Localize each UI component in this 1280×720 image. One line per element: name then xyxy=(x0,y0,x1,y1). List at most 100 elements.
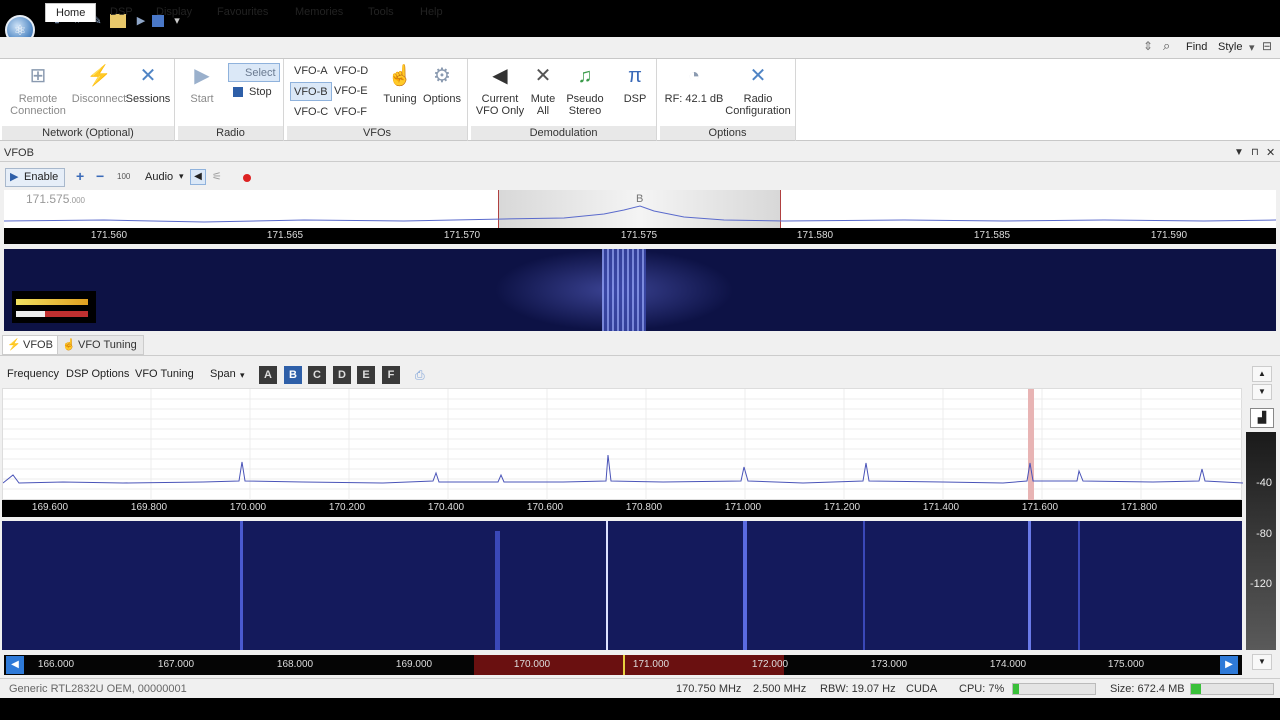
disconnect-button[interactable]: ⚡ Disconnect xyxy=(68,63,130,105)
current-vfo-only-button[interactable]: ◀ Current VFO Only xyxy=(473,63,527,117)
main-tick: 169.800 xyxy=(130,502,168,513)
search-icon[interactable]: ⌕ xyxy=(1163,38,1170,54)
pseudo-stereo-button[interactable]: ♫ Pseudo Stereo xyxy=(563,63,607,117)
mute-all-label: Mute All xyxy=(530,93,556,117)
vfo-b-button[interactable]: VFO-B xyxy=(290,82,332,101)
vfo-e-quick-button[interactable]: E xyxy=(357,366,375,384)
radio-configuration-button[interactable]: ✕ Radio Configuration xyxy=(722,63,794,117)
zoom-out-icon[interactable]: − xyxy=(96,168,104,184)
start-icon: ▶ xyxy=(194,65,210,87)
db-label: -80 xyxy=(1256,528,1272,540)
record-icon[interactable] xyxy=(243,174,251,182)
band-scroll-right-icon[interactable]: ▶ xyxy=(1220,656,1238,674)
vfo-c-button[interactable]: VFO-C xyxy=(291,103,331,122)
select-button[interactable]: Select xyxy=(228,63,280,82)
waterfall-signal-line xyxy=(743,521,747,650)
dsp-options-menu[interactable]: DSP Options xyxy=(66,368,129,380)
pseudo-stereo-label: Pseudo Stereo xyxy=(566,93,604,117)
group-demodulation-label: Demodulation xyxy=(471,126,656,140)
print-icon[interactable]: ⎙ xyxy=(415,368,425,383)
disconnect-label: Disconnect xyxy=(71,93,127,105)
mute-all-button[interactable]: ✕ Mute All xyxy=(527,63,559,117)
tab-help[interactable]: Help xyxy=(410,3,453,22)
vfo-tick: 171.565 xyxy=(266,230,304,241)
tab-home[interactable]: Home xyxy=(45,3,97,22)
cpu-usage: CPU: 7% xyxy=(959,683,1005,695)
stop-button[interactable]: Stop xyxy=(246,83,275,102)
panel-menu-icon[interactable]: ▼ xyxy=(1234,147,1244,158)
sessions-label: Sessions xyxy=(125,93,171,105)
start-label: Start xyxy=(190,93,214,105)
scroll-down-icon[interactable]: ▼ xyxy=(1252,384,1272,400)
scroll-up-icon[interactable]: ▲ xyxy=(1252,366,1272,382)
band-overview[interactable]: 166.000 167.000 168.000 169.000 170.000 … xyxy=(4,655,1242,675)
tab-vfo-tuning-label: VFO Tuning xyxy=(78,339,137,351)
status-bar: Generic RTL2832U OEM, 00000001 170.750 M… xyxy=(0,678,1280,698)
remote-connection-icon: ⊞ xyxy=(29,65,47,87)
main-waterfall[interactable] xyxy=(2,521,1242,650)
tab-vfob[interactable]: ⚡ VFOB xyxy=(2,335,60,355)
vfo-a-quick-button[interactable]: A xyxy=(259,366,277,384)
band-scroll-left-icon[interactable]: ◀ xyxy=(6,656,24,674)
enable-button[interactable]: ▶ Enable xyxy=(5,168,65,187)
ribbon-tabs xyxy=(0,37,1280,59)
band-tick: 173.000 xyxy=(870,659,908,670)
device-name: Generic RTL2832U OEM, 00000001 xyxy=(9,683,187,695)
span-dropdown[interactable]: Span xyxy=(210,368,236,380)
vfo-d-button[interactable]: VFO-D xyxy=(331,62,371,81)
style-dropdown-icon[interactable]: ▾ xyxy=(1249,41,1255,54)
tuning-button[interactable]: ☝ Tuning xyxy=(379,63,421,105)
dsp-button[interactable]: π DSP xyxy=(621,63,649,105)
vfo-b-quick-button[interactable]: B xyxy=(284,366,302,384)
options-label: Options xyxy=(423,93,461,105)
spectrum-chart-icon[interactable]: ▟ xyxy=(1250,408,1274,428)
pin-icon[interactable]: ⊓ xyxy=(1251,147,1259,158)
start-button[interactable]: ▶ Start xyxy=(182,63,222,105)
arrows-icon[interactable]: ⇕ xyxy=(1143,39,1153,53)
vfo-f-quick-button[interactable]: F xyxy=(382,366,400,384)
speaker-mute-icon[interactable]: ◀ xyxy=(190,169,206,185)
remote-connection-button[interactable]: ⊞ Remote Connection xyxy=(8,63,68,117)
sessions-button[interactable]: ✕ Sessions xyxy=(125,63,171,105)
find-button[interactable]: Find xyxy=(1186,41,1207,53)
vfo-panel-title: VFOB xyxy=(0,145,1280,162)
group-demodulation: ◀ Current VFO Only ✕ Mute All ♫ Pseudo S… xyxy=(471,59,657,141)
cuda-status: CUDA xyxy=(906,683,938,695)
rf-gain-button[interactable]: ◔ RF: 42.1 dB xyxy=(662,63,726,105)
close-icon[interactable]: ✕ xyxy=(1266,146,1275,159)
waterfall-signal-line xyxy=(863,521,865,650)
music-icon: ♫ xyxy=(577,65,593,87)
tab-memories[interactable]: Memories xyxy=(285,3,353,22)
audio-settings-icon[interactable]: ⚟ xyxy=(212,170,222,183)
vfo-spectrum[interactable]: 171.575.000 B xyxy=(4,190,1276,228)
stop-label: Stop xyxy=(249,86,272,98)
remote-connection-label: Remote Connection xyxy=(10,93,66,117)
collapse-ribbon-icon[interactable]: ⊟ xyxy=(1262,39,1272,53)
style-button[interactable]: Style xyxy=(1218,41,1242,53)
tab-dsp[interactable]: DSP xyxy=(100,3,143,22)
scroll-down-bottom-icon[interactable]: ▼ xyxy=(1252,654,1272,670)
span-dropdown-arrow-icon: ▾ xyxy=(240,370,245,380)
main-spectrum[interactable] xyxy=(2,388,1243,501)
tab-tools[interactable]: Tools xyxy=(358,3,404,22)
hand-icon: ☝ xyxy=(387,65,413,87)
tab-display[interactable]: Display xyxy=(146,3,202,22)
vfo-tuning-menu[interactable]: VFO Tuning xyxy=(135,368,194,380)
vfo-c-quick-button[interactable]: C xyxy=(308,366,326,384)
zoom-in-icon[interactable]: + xyxy=(76,168,84,184)
vfo-d-quick-button[interactable]: D xyxy=(333,366,351,384)
frequency-menu[interactable]: Frequency xyxy=(7,368,59,380)
tab-favourites[interactable]: Favourites xyxy=(207,3,278,22)
main-tick: 171.200 xyxy=(823,502,861,513)
audio-dropdown[interactable]: Audio xyxy=(145,171,173,183)
signal-meter xyxy=(12,291,96,323)
mute-icon: ✕ xyxy=(534,65,552,87)
vfo-e-button[interactable]: VFO-E xyxy=(331,82,371,101)
vfo-waterfall[interactable] xyxy=(4,249,1276,331)
vfo-f-button[interactable]: VFO-F xyxy=(331,103,370,122)
options-button[interactable]: ⚙ Options xyxy=(419,63,465,105)
speaker-icon: ◀ xyxy=(492,65,508,87)
tab-vfo-tuning[interactable]: ☝ VFO Tuning xyxy=(57,335,144,355)
vfo-a-button[interactable]: VFO-A xyxy=(291,62,331,81)
db-scale[interactable]: -40 -80 -120 xyxy=(1246,432,1276,650)
